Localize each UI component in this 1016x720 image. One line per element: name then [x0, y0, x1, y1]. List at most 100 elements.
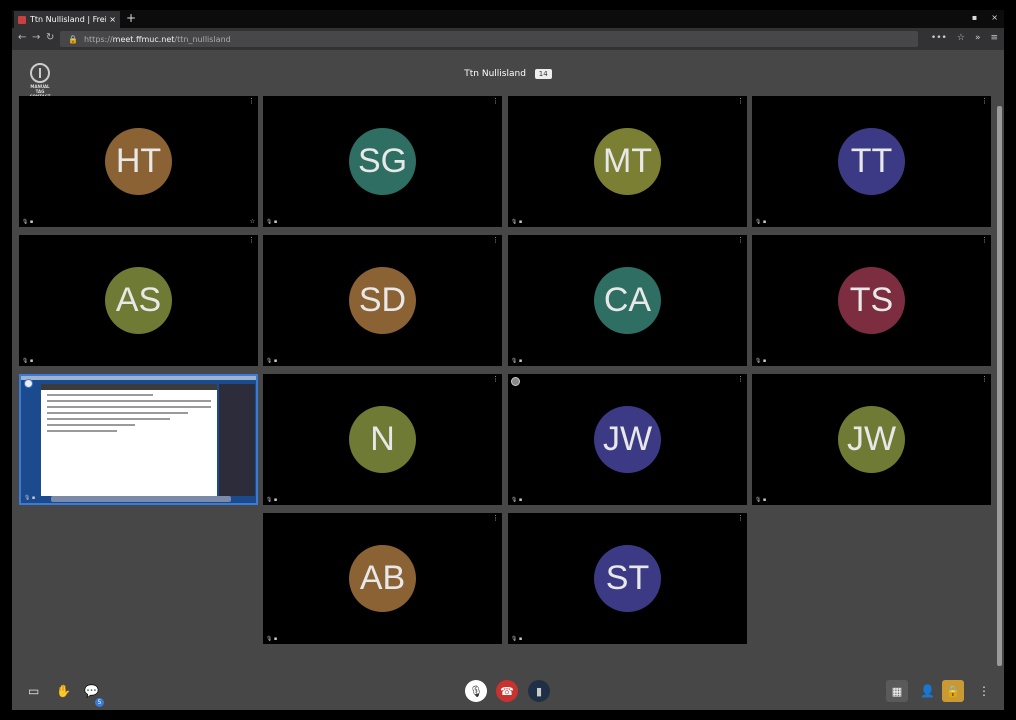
- audio-status-icon: 🎙 ▪: [24, 495, 36, 501]
- tile-menu-icon[interactable]: ⋮: [981, 236, 988, 244]
- tile-menu-icon[interactable]: ⋮: [981, 375, 988, 383]
- shared-document: [41, 384, 217, 496]
- chat-icon[interactable]: 💬: [84, 684, 99, 698]
- shared-document-header: [41, 384, 217, 390]
- participant-tile[interactable]: AS ⋮ 🎙 ▪: [19, 235, 258, 366]
- tile-menu-icon[interactable]: ⋮: [737, 236, 744, 244]
- participant-tile[interactable]: SD ⋮ 🎙 ▪: [263, 235, 502, 366]
- url-host: meet.ffmuc.net: [112, 34, 175, 44]
- window-close-icon[interactable]: ×: [991, 13, 998, 22]
- browser-window: Ttn Nullisland | Freifu × + ▪ × ← → ↻ 🔒 …: [12, 10, 1004, 710]
- raise-hand-icon[interactable]: ✋: [56, 684, 71, 698]
- minimize-icon[interactable]: ▪: [972, 13, 977, 22]
- dominant-speaker-badge: [511, 377, 520, 386]
- favicon-icon: [18, 15, 26, 24]
- audio-status-icon: 🎙 ▪: [22, 219, 34, 225]
- camera-button[interactable]: ▮: [528, 680, 550, 702]
- audio-status-icon: 🎙 ▪: [755, 497, 767, 503]
- tile-menu-icon[interactable]: ⋮: [737, 514, 744, 522]
- lock-icon[interactable]: 🔒: [68, 35, 78, 44]
- window-controls: ▪ ×: [972, 13, 998, 22]
- audio-status-icon: 🎙 ▪: [266, 358, 278, 364]
- tile-menu-icon[interactable]: ⋮: [492, 514, 499, 522]
- nav-right-tools: ••• ☆ » ≡: [931, 33, 998, 43]
- back-icon[interactable]: ←: [18, 32, 26, 43]
- tab-close-icon[interactable]: ×: [109, 15, 116, 24]
- participant-avatar: TS: [838, 267, 905, 334]
- tile-menu-icon[interactable]: ⋮: [492, 97, 499, 105]
- participant-tile[interactable]: ST ⋮ 🎙 ▪: [508, 513, 747, 644]
- microphone-button[interactable]: 🎙: [465, 680, 487, 702]
- audio-status-icon: 🎙 ▪: [266, 497, 278, 503]
- hamburger-menu-icon[interactable]: ≡: [990, 33, 998, 43]
- tile-menu-icon[interactable]: ⋮: [737, 375, 744, 383]
- participant-tile[interactable]: CA ⋮ 🎙 ▪: [508, 235, 747, 366]
- tile-menu-icon[interactable]: ⋮: [492, 236, 499, 244]
- participant-tile[interactable]: JW ⋮ 🎙 ▪: [508, 374, 747, 505]
- meeting-toolbar: ▭ ✋ 💬 5 🎙 ☎ ▮ ▦ 👤 🔒 ⋮: [12, 676, 1004, 710]
- participant-avatar: HT: [105, 128, 172, 195]
- text-line: [47, 394, 153, 396]
- tile-menu-icon[interactable]: ⋮: [248, 236, 255, 244]
- text-line: [47, 430, 118, 432]
- reload-icon[interactable]: ↻: [46, 32, 54, 43]
- text-line: [47, 424, 135, 426]
- shared-desktop-menubar: [21, 376, 256, 380]
- tile-menu-icon[interactable]: ⋮: [737, 97, 744, 105]
- participant-tile[interactable]: JW ⋮ 🎙 ▪: [752, 374, 991, 505]
- participant-count-badge[interactable]: 14: [534, 69, 552, 79]
- participant-avatar: CA: [594, 267, 661, 334]
- screen-share-tile[interactable]: 🎙 ▪: [19, 374, 258, 505]
- participant-tile[interactable]: TS ⋮ 🎙 ▪: [752, 235, 991, 366]
- participant-tile[interactable]: TT ⋮ 🎙 ▪: [752, 96, 991, 227]
- text-line: [47, 418, 171, 420]
- shared-side-pane: [219, 384, 255, 496]
- new-tab-button[interactable]: +: [126, 11, 136, 25]
- participant-tile[interactable]: AB ⋮ 🎙 ▪: [263, 513, 502, 644]
- audio-status-icon: 🎙 ▪: [511, 358, 523, 364]
- scrollbar[interactable]: [997, 106, 1002, 666]
- tile-view-button[interactable]: ▦: [886, 680, 908, 702]
- participant-avatar: N: [349, 406, 416, 473]
- audio-status-icon: 🎙 ▪: [511, 497, 523, 503]
- participant-avatar: MT: [594, 128, 661, 195]
- screen-share-icon[interactable]: ▭: [28, 684, 39, 698]
- room-name: Ttn Nullisland: [464, 69, 526, 79]
- text-line: [47, 400, 211, 402]
- tile-menu-icon[interactable]: ⋮: [248, 97, 255, 105]
- audio-status-icon: 🎙 ▪: [266, 636, 278, 642]
- nav-bar: ← → ↻ 🔒 https:// meet.ffmuc.net /ttn_nul…: [12, 28, 1004, 50]
- participant-tile[interactable]: N ⋮ 🎙 ▪: [263, 374, 502, 505]
- chat-count-badge: 5: [95, 698, 104, 707]
- meeting-area: MANUAL TAG CONTACT Ttn Nullisland 14 HT⋮…: [12, 50, 1004, 710]
- text-line: [47, 412, 188, 414]
- participant-tile[interactable]: SG ⋮ 🎙 ▪: [263, 96, 502, 227]
- room-header: Ttn Nullisland 14: [12, 69, 1004, 80]
- url-path: /ttn_nullisland: [174, 34, 231, 44]
- tile-menu-icon[interactable]: ⋮: [981, 97, 988, 105]
- audio-status-icon: 🎙 ▪: [22, 358, 34, 364]
- participant-avatar: TT: [838, 128, 905, 195]
- participant-avatar: ST: [594, 545, 661, 612]
- url-bar[interactable]: 🔒 https:// meet.ffmuc.net /ttn_nullislan…: [60, 31, 918, 47]
- pin-icon[interactable]: [24, 379, 33, 388]
- forward-icon[interactable]: →: [32, 32, 40, 43]
- participant-avatar: JW: [594, 406, 661, 473]
- invite-icon[interactable]: 👤: [920, 684, 935, 698]
- bookmark-icon[interactable]: ☆: [957, 33, 965, 43]
- page-actions-icon[interactable]: •••: [931, 33, 947, 43]
- participant-avatar: AB: [349, 545, 416, 612]
- overflow-icon[interactable]: »: [975, 33, 981, 43]
- participant-avatar: SG: [349, 128, 416, 195]
- tab-title: Ttn Nullisland | Freifu: [30, 15, 107, 24]
- participant-avatar: AS: [105, 267, 172, 334]
- participant-tile[interactable]: HT ⋮ 🎙 ▪ ☆: [19, 96, 258, 227]
- tab-meeting[interactable]: Ttn Nullisland | Freifu ×: [14, 11, 120, 28]
- audio-status-icon: 🎙 ▪: [755, 219, 767, 225]
- more-options-icon[interactable]: ⋮: [978, 684, 990, 698]
- tile-menu-icon[interactable]: ⋮: [492, 375, 499, 383]
- participant-tile[interactable]: MT ⋮ 🎙 ▪: [508, 96, 747, 227]
- security-button[interactable]: 🔒: [942, 680, 964, 702]
- hangup-button[interactable]: ☎: [496, 680, 518, 702]
- shared-dock: [51, 496, 231, 502]
